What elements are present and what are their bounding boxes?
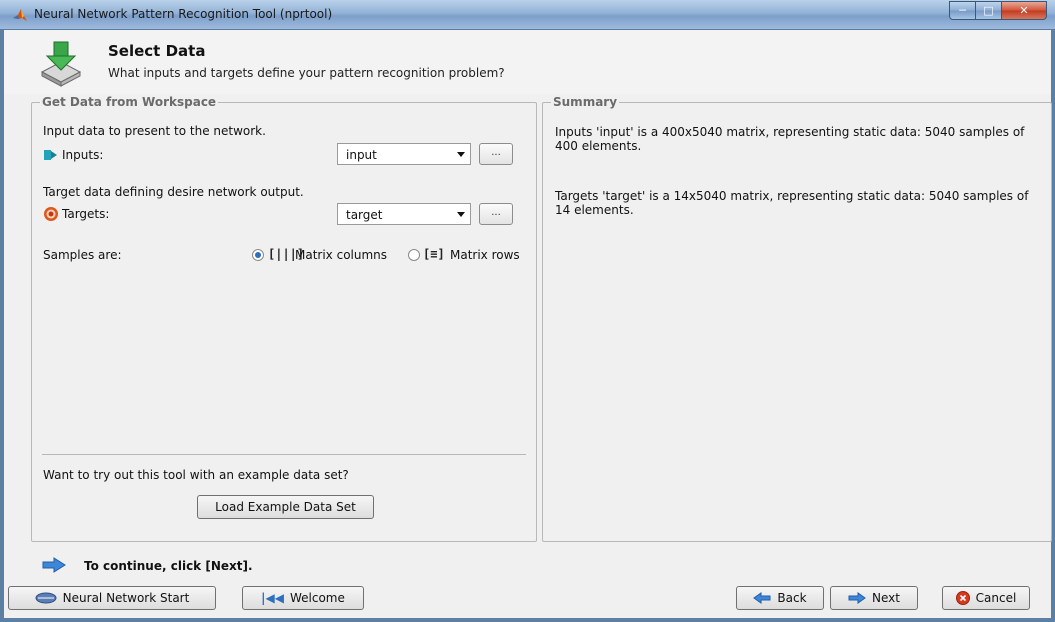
samples-label: Samples are: <box>43 248 122 262</box>
matrix-rows-label: Matrix rows <box>450 248 520 262</box>
chevron-down-icon <box>457 212 465 217</box>
matrix-rows-radio[interactable] <box>408 249 420 261</box>
cancel-icon <box>955 591 970 605</box>
arrow-right-icon <box>848 592 866 604</box>
app-window: Neural Network Pattern Recognition Tool … <box>0 0 1055 622</box>
next-label: Next <box>872 591 900 605</box>
panel-divider <box>42 454 526 455</box>
target-description: Target data defining desire network outp… <box>43 185 304 199</box>
targets-label: Targets: <box>62 207 110 221</box>
matrix-columns-radio[interactable] <box>252 249 264 261</box>
summary-inputs-text: Inputs 'input' is a 400x5040 matrix, rep… <box>555 125 1025 153</box>
targets-browse-button[interactable]: ... <box>479 203 513 225</box>
inputs-label: Inputs: <box>62 148 104 162</box>
arrow-right-icon <box>42 557 66 573</box>
neural-network-start-label: Neural Network Start <box>62 591 190 605</box>
page-subtitle: What inputs and targets define your patt… <box>108 66 505 80</box>
workspace-panel: Get Data from Workspace Input data to pr… <box>31 95 537 542</box>
page-header: Select Data What inputs and targets defi… <box>4 30 1051 94</box>
input-arrow-icon <box>44 150 57 160</box>
inputs-browse-button[interactable]: ... <box>479 143 513 165</box>
matrix-rows-icon: [≡] <box>423 247 445 261</box>
summary-panel: Summary Inputs 'input' is a 400x5040 mat… <box>542 95 1052 542</box>
load-example-button[interactable]: Load Example Data Set <box>197 495 374 519</box>
inputs-select[interactable]: input <box>337 143 471 165</box>
close-button[interactable]: ✕ <box>1002 1 1047 20</box>
welcome-button[interactable]: |◀◀ Welcome <box>242 586 364 610</box>
download-to-disk-icon <box>40 41 82 87</box>
load-example-label: Load Example Data Set <box>215 500 356 514</box>
maximize-icon: □ <box>983 4 994 17</box>
matrix-columns-label: Matrix columns <box>295 248 388 262</box>
example-prompt: Want to try out this tool with an exampl… <box>43 468 349 482</box>
back-button[interactable]: Back <box>736 586 824 610</box>
skip-back-icon: |◀◀ <box>261 591 284 605</box>
window-controls: ─ □ ✕ <box>949 1 1047 20</box>
neural-network-start-button[interactable]: Neural Network Start <box>8 586 216 610</box>
workspace-panel-legend: Get Data from Workspace <box>40 95 219 109</box>
matlab-logo-icon <box>13 9 27 21</box>
arrow-left-icon <box>753 592 771 604</box>
summary-targets-text: Targets 'target' is a 14x5040 matrix, re… <box>555 189 1029 217</box>
cancel-label: Cancel <box>975 591 1017 605</box>
chevron-down-icon <box>457 152 465 157</box>
minimize-button[interactable]: ─ <box>949 1 976 20</box>
minimize-icon: ─ <box>959 4 966 17</box>
next-button[interactable]: Next <box>830 586 918 610</box>
cancel-button[interactable]: Cancel <box>942 586 1030 610</box>
window-title: Neural Network Pattern Recognition Tool … <box>34 7 333 21</box>
welcome-label: Welcome <box>289 591 345 605</box>
targets-select-value: target <box>346 208 383 222</box>
close-icon: ✕ <box>1019 4 1029 17</box>
page-title: Select Data <box>108 42 206 60</box>
input-description: Input data to present to the network. <box>43 124 266 138</box>
targets-select[interactable]: target <box>337 203 471 225</box>
back-label: Back <box>777 591 807 605</box>
target-bullseye-icon <box>44 207 58 221</box>
summary-panel-legend: Summary <box>551 95 620 109</box>
continue-hint: To continue, click [Next]. <box>84 559 253 573</box>
title-bar[interactable]: Neural Network Pattern Recognition Tool … <box>0 0 1055 30</box>
maximize-button[interactable]: □ <box>976 1 1002 20</box>
network-icon <box>35 592 57 604</box>
inputs-select-value: input <box>346 148 377 162</box>
